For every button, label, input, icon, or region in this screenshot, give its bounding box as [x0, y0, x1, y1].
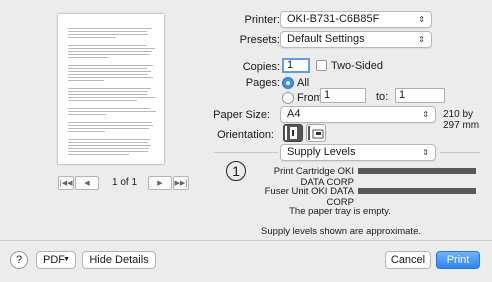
preview-text-line — [68, 68, 147, 69]
page-preview — [58, 14, 164, 164]
pages-label: Pages: — [245, 77, 280, 89]
preview-text-line — [68, 97, 156, 98]
approx-message: Supply levels shown are approximate. — [260, 226, 421, 237]
pdf-label: PDF — [43, 254, 65, 266]
hide-details-button[interactable]: Hide Details — [82, 251, 156, 269]
preview-text-line — [68, 128, 149, 129]
dropdown-arrow-icon: ▼ — [63, 256, 70, 263]
preview-text-line — [68, 125, 153, 126]
presets-label: Presets: — [239, 34, 280, 46]
section-value: Supply Levels — [287, 146, 356, 158]
two-sided-checkbox[interactable] — [316, 60, 327, 71]
pdf-menu-button[interactable]: PDF ▼ — [36, 251, 76, 269]
cancel-label: Cancel — [390, 254, 426, 266]
last-page-button[interactable]: ▶▶| — [173, 176, 189, 190]
preview-text-line — [68, 145, 152, 146]
supply-level-track — [358, 168, 476, 174]
preview-text-line — [68, 91, 148, 92]
footer-divider — [0, 240, 492, 241]
print-button[interactable]: Print — [436, 251, 480, 269]
preview-text-line — [68, 37, 116, 38]
printer-popup[interactable]: OKI-B731-C6B85F ⇕ — [280, 11, 432, 28]
popup-arrows-icon: ⇕ — [418, 15, 425, 24]
help-button[interactable]: ? — [10, 251, 28, 269]
preview-text-line — [68, 100, 137, 101]
preview-text-line — [68, 48, 155, 49]
preview-text-line — [68, 65, 153, 66]
preview-text-line — [68, 131, 105, 132]
popup-arrows-icon: ⇕ — [422, 110, 429, 119]
first-page-button[interactable]: |◀◀ — [58, 176, 74, 190]
portrait-icon — [285, 126, 297, 140]
paper-size-dims: 210 by 297 mm — [443, 109, 480, 131]
two-sided-label: Two-Sided — [331, 60, 383, 72]
preview-text-line — [68, 54, 151, 55]
preview-text-line — [68, 28, 152, 29]
pages-all-label: All — [297, 77, 310, 89]
preview-text-line — [68, 114, 106, 115]
pages-to-label: to: — [376, 91, 389, 103]
copies-field[interactable]: 1 — [282, 58, 310, 73]
pages-all-radio[interactable] — [282, 77, 294, 89]
hide-details-label: Hide Details — [89, 254, 149, 266]
preview-text-line — [68, 57, 110, 58]
preview-text-line — [68, 45, 147, 46]
printer-label: Printer: — [244, 14, 280, 26]
page-indicator: 1 of 1 — [112, 177, 138, 188]
preview-text-line — [68, 154, 129, 155]
presets-popup[interactable]: Default Settings ⇕ — [280, 31, 432, 48]
preview-text-line — [68, 139, 151, 140]
preview-text-line — [68, 94, 147, 95]
presets-value: Default Settings — [287, 33, 365, 45]
supply-level-bar — [358, 188, 476, 194]
page-navigator: |◀◀ ◀ 1 of 1 ▶ ▶▶| — [58, 176, 189, 190]
section-divider-right — [440, 152, 480, 153]
paper-size-popup[interactable]: A4 ⇕ — [280, 106, 436, 123]
preview-text-line — [68, 151, 148, 152]
help-icon: ? — [15, 254, 23, 266]
pages-to-field[interactable]: 1 — [395, 88, 445, 103]
preview-text-line — [68, 108, 151, 109]
supply-level-bar — [358, 168, 476, 174]
prev-page-button[interactable]: ◀ — [75, 176, 99, 190]
landscape-icon — [308, 126, 324, 140]
preview-text-line — [68, 80, 105, 81]
copies-label: Copies: — [242, 61, 280, 73]
section-popup[interactable]: Supply Levels ⇕ — [280, 144, 436, 161]
preview-text-line — [68, 88, 151, 89]
landscape-button[interactable] — [306, 124, 326, 142]
supply-badge-number: 1 — [232, 163, 240, 179]
preview-text-line — [68, 148, 150, 149]
popup-arrows-icon: ⇕ — [422, 148, 429, 157]
preview-text-line — [68, 74, 149, 75]
section-divider-left — [214, 152, 278, 153]
pages-from-value: 1 — [324, 89, 331, 101]
pages-to-value: 1 — [399, 89, 406, 101]
preview-text-line — [68, 77, 153, 78]
preview-text-line — [68, 71, 151, 72]
preview-text-line — [68, 34, 149, 35]
preview-text-line — [68, 122, 152, 123]
preview-text-line — [68, 51, 152, 52]
printer-value: OKI-B731-C6B85F — [287, 13, 380, 25]
preview-text-line — [68, 142, 149, 143]
pages-range-radio[interactable] — [282, 92, 294, 104]
preview-text-line — [68, 31, 148, 32]
paper-size-value: A4 — [287, 108, 301, 120]
supply-badge-icon: 1 — [226, 161, 246, 181]
orientation-label: Orientation: — [217, 129, 274, 141]
next-page-button[interactable]: ▶ — [148, 176, 172, 190]
supply-item-label: Print Cartridge OKI DATA CORP — [273, 166, 354, 188]
popup-arrows-icon: ⇕ — [418, 35, 425, 44]
cancel-button[interactable]: Cancel — [385, 251, 431, 269]
print-label: Print — [446, 254, 470, 266]
pages-from-field[interactable]: 1 — [320, 88, 366, 103]
portrait-button[interactable] — [283, 124, 303, 142]
copies-value: 1 — [287, 59, 294, 71]
preview-text-line — [68, 111, 156, 112]
supply-level-track — [358, 188, 476, 194]
supply-item-label: Fuser Unit OKI DATA CORP — [264, 186, 354, 208]
paper-size-label: Paper Size: — [213, 109, 270, 121]
tray-message: The paper tray is empty. — [289, 206, 391, 217]
